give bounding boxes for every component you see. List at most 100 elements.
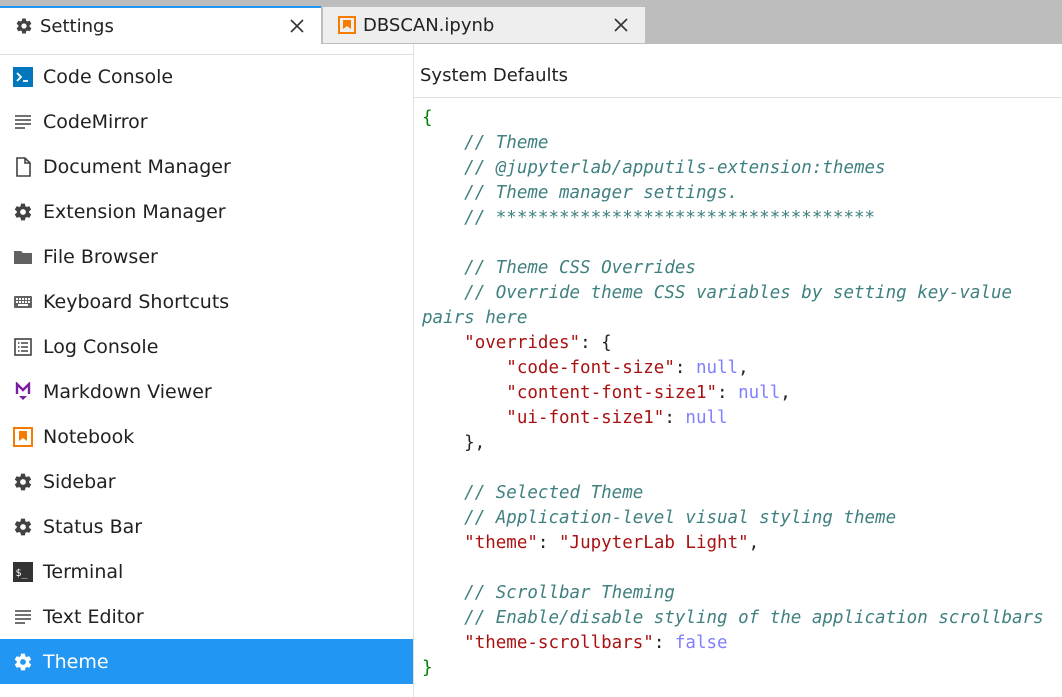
sidebar-item-label: Markdown Viewer bbox=[43, 380, 212, 403]
code-token-punct bbox=[422, 533, 464, 553]
code-console-icon bbox=[12, 66, 34, 88]
editor-header: System Defaults bbox=[414, 54, 1062, 98]
code-token-kw: null bbox=[738, 383, 781, 403]
sidebar-item-extension-manager[interactable]: Extension Manager bbox=[0, 189, 413, 234]
sidebar-item-keyboard-shortcuts[interactable]: Keyboard Shortcuts bbox=[0, 279, 413, 324]
code-token-punct bbox=[422, 633, 464, 653]
code-token-punct bbox=[422, 258, 464, 278]
sidebar-item-label: Log Console bbox=[43, 335, 159, 358]
code-line: // Scrollbar Theming bbox=[422, 581, 1062, 606]
close-icon[interactable] bbox=[285, 14, 309, 38]
code-line: } bbox=[422, 656, 1062, 681]
editor-header-title: System Defaults bbox=[420, 65, 568, 86]
code-token-punct: : { bbox=[580, 333, 612, 353]
sidebar-item-markdown-viewer[interactable]: Markdown Viewer bbox=[0, 369, 413, 414]
code-token-punct bbox=[422, 133, 464, 153]
sidebar-item-file-browser[interactable]: File Browser bbox=[0, 234, 413, 279]
code-token-punct: : bbox=[664, 408, 686, 428]
notebook-icon bbox=[337, 15, 357, 35]
code-line: }, bbox=[422, 431, 1062, 456]
sidebar-item-sidebar[interactable]: Sidebar bbox=[0, 459, 413, 504]
folder-icon bbox=[12, 246, 34, 268]
sidebar-item-notebook[interactable]: Notebook bbox=[0, 414, 413, 459]
code-token-comment: // Theme bbox=[464, 133, 549, 153]
code-line: "content-font-size1": null, bbox=[422, 381, 1062, 406]
code-line: // Theme bbox=[422, 131, 1062, 156]
gear-icon bbox=[12, 651, 34, 673]
code-token-str: "JupyterLab Light" bbox=[559, 533, 749, 553]
code-token-comment: // Enable/disable styling of the applica… bbox=[464, 608, 1044, 628]
code-token-punct: , bbox=[748, 533, 760, 553]
sidebar-item-label: Extension Manager bbox=[43, 200, 226, 223]
code-token-comment: // Selected Theme bbox=[464, 483, 644, 503]
code-token-punct: , bbox=[780, 383, 791, 403]
system-defaults-code[interactable]: { // Theme // @jupyterlab/apputils-exten… bbox=[422, 106, 1062, 681]
sidebar-item-terminal[interactable]: $_ Terminal bbox=[0, 549, 413, 594]
code-token-key: "theme-scrollbars" bbox=[464, 633, 654, 653]
tab-bar-empty-area bbox=[645, 0, 1062, 44]
code-token-comment: // Override theme CSS variables by setti… bbox=[464, 283, 1013, 303]
code-line: "theme-scrollbars": false bbox=[422, 631, 1062, 656]
list-icon bbox=[12, 336, 34, 358]
code-token-comment: // Application-level visual styling them… bbox=[464, 508, 897, 528]
tab-bar: Settings DBSCAN.ipynb bbox=[0, 0, 1062, 44]
sidebar-item-code-console[interactable]: Code Console bbox=[0, 54, 413, 99]
sidebar-item-document-manager[interactable]: Document Manager bbox=[0, 144, 413, 189]
code-token-punct bbox=[422, 508, 464, 528]
code-token-comment: // @jupyterlab/apputils-extension:themes bbox=[464, 158, 886, 178]
code-line: "theme": "JupyterLab Light", bbox=[422, 531, 1062, 556]
code-token-punct bbox=[422, 283, 464, 303]
code-token-kw: null bbox=[685, 408, 728, 428]
gear-icon bbox=[14, 16, 34, 36]
tab-label: Settings bbox=[40, 15, 114, 37]
keyboard-icon bbox=[12, 291, 34, 313]
code-token-key: "ui-font-size1" bbox=[506, 408, 665, 428]
sidebar-item-label: Theme bbox=[43, 650, 109, 673]
code-line: { bbox=[422, 106, 1062, 131]
code-line: // Override theme CSS variables by setti… bbox=[422, 281, 1062, 306]
notebook-icon bbox=[12, 426, 34, 448]
code-token-punct: : bbox=[674, 358, 696, 378]
sidebar-item-label: CodeMirror bbox=[43, 110, 148, 133]
tab-dbscan-notebook[interactable]: DBSCAN.ipynb bbox=[323, 7, 645, 43]
code-token-kw: null bbox=[695, 358, 739, 378]
code-line: pairs here bbox=[422, 306, 1062, 331]
close-icon[interactable] bbox=[609, 13, 633, 37]
code-line: // Application-level visual styling them… bbox=[422, 506, 1062, 531]
tab-settings[interactable]: Settings bbox=[0, 6, 321, 44]
gear-icon bbox=[12, 516, 34, 538]
code-token-punct bbox=[422, 383, 506, 403]
code-line: // @jupyterlab/apputils-extension:themes bbox=[422, 156, 1062, 181]
code-token-key: "code-font-size" bbox=[506, 358, 675, 378]
sidebar-item-codemirror[interactable]: CodeMirror bbox=[0, 99, 413, 144]
markdown-icon bbox=[12, 381, 34, 403]
sidebar-item-theme[interactable]: Theme bbox=[0, 639, 413, 684]
sidebar-item-label: Text Editor bbox=[43, 605, 144, 628]
gear-icon bbox=[12, 471, 34, 493]
code-token-punct: : bbox=[717, 383, 739, 403]
code-line: // Theme CSS Overrides bbox=[422, 256, 1062, 281]
sidebar-item-log-console[interactable]: Log Console bbox=[0, 324, 413, 369]
code-token-key: "theme" bbox=[464, 533, 538, 553]
code-token-key: "content-font-size1" bbox=[506, 383, 718, 403]
code-line: // ************************************ bbox=[422, 206, 1062, 231]
code-line: // Enable/disable styling of the applica… bbox=[422, 606, 1062, 631]
code-token-comment: // Theme CSS Overrides bbox=[464, 258, 696, 278]
code-token-comment: pairs here bbox=[422, 308, 528, 328]
tab-label: DBSCAN.ipynb bbox=[363, 14, 495, 36]
code-line: // Theme manager settings. bbox=[422, 181, 1062, 206]
code-token-brace: } bbox=[422, 658, 433, 678]
sidebar-item-label: Code Console bbox=[43, 65, 174, 88]
code-token-punct bbox=[422, 583, 464, 603]
code-token-key: "overrides" bbox=[464, 333, 581, 353]
sidebar-item-text-editor[interactable]: Text Editor bbox=[0, 594, 413, 639]
code-token-punct: , bbox=[738, 358, 749, 378]
sidebar-item-status-bar[interactable]: Status Bar bbox=[0, 504, 413, 549]
code-token-punct bbox=[422, 608, 464, 628]
code-token-punct bbox=[422, 483, 464, 503]
code-token-punct bbox=[422, 208, 464, 228]
text-lines-icon bbox=[12, 111, 34, 133]
